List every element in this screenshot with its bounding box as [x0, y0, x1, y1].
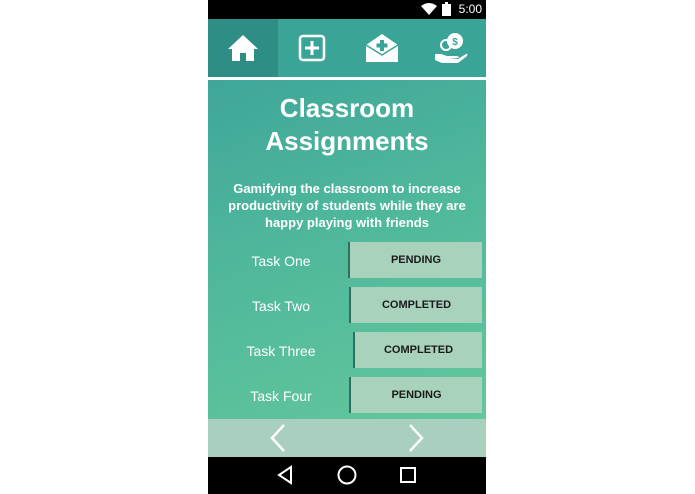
task-status-button[interactable]: PENDING — [349, 377, 482, 413]
page-subtitle: Gamifying the classroom to increase prod… — [228, 181, 466, 230]
task-row: Task One PENDING — [208, 242, 486, 280]
home-circle-icon[interactable] — [336, 464, 358, 486]
nav-mail-button[interactable] — [347, 19, 417, 77]
mail-add-icon — [365, 34, 399, 62]
home-icon — [227, 35, 258, 61]
recents-square-icon[interactable] — [397, 464, 419, 486]
task-name: Task Three — [246, 343, 316, 359]
page-title: Classroom Assignments — [208, 92, 486, 158]
task-status-button[interactable]: COMPLETED — [349, 287, 482, 323]
task-row: Task Four PENDING — [208, 377, 486, 415]
title-line-2: Assignments — [265, 126, 429, 156]
hand-coins-icon: $ — [435, 33, 468, 63]
back-triangle-icon[interactable] — [274, 464, 296, 486]
status-bar: 5:00 — [208, 0, 486, 19]
top-nav-bar: $ — [208, 19, 486, 77]
add-box-icon — [299, 34, 326, 62]
task-status-button[interactable]: PENDING — [348, 242, 482, 278]
pager-bar — [208, 419, 486, 457]
nav-home-button[interactable] — [208, 19, 278, 77]
system-nav-bar — [208, 457, 486, 494]
nav-wallet-button[interactable]: $ — [417, 19, 487, 77]
phone-screen: 5:00 $ Classroom Assignments Gamifying t… — [208, 0, 486, 494]
wifi-icon — [421, 3, 437, 15]
svg-text:$: $ — [452, 37, 458, 48]
task-name: Task Four — [250, 388, 312, 404]
task-name: Task One — [251, 253, 311, 269]
status-time: 5:00 — [458, 2, 482, 16]
task-row: Task Two COMPLETED — [208, 287, 486, 325]
main-content: Classroom Assignments Gamifying the clas… — [208, 80, 486, 419]
battery-icon — [442, 2, 451, 16]
task-row: Task Three COMPLETED — [208, 332, 486, 370]
title-line-1: Classroom — [279, 93, 415, 123]
chevron-left-icon[interactable] — [268, 423, 288, 453]
task-status-button[interactable]: COMPLETED — [353, 332, 482, 368]
chevron-right-icon[interactable] — [406, 423, 426, 453]
task-name: Task Two — [251, 298, 311, 314]
nav-add-button[interactable] — [278, 19, 348, 77]
